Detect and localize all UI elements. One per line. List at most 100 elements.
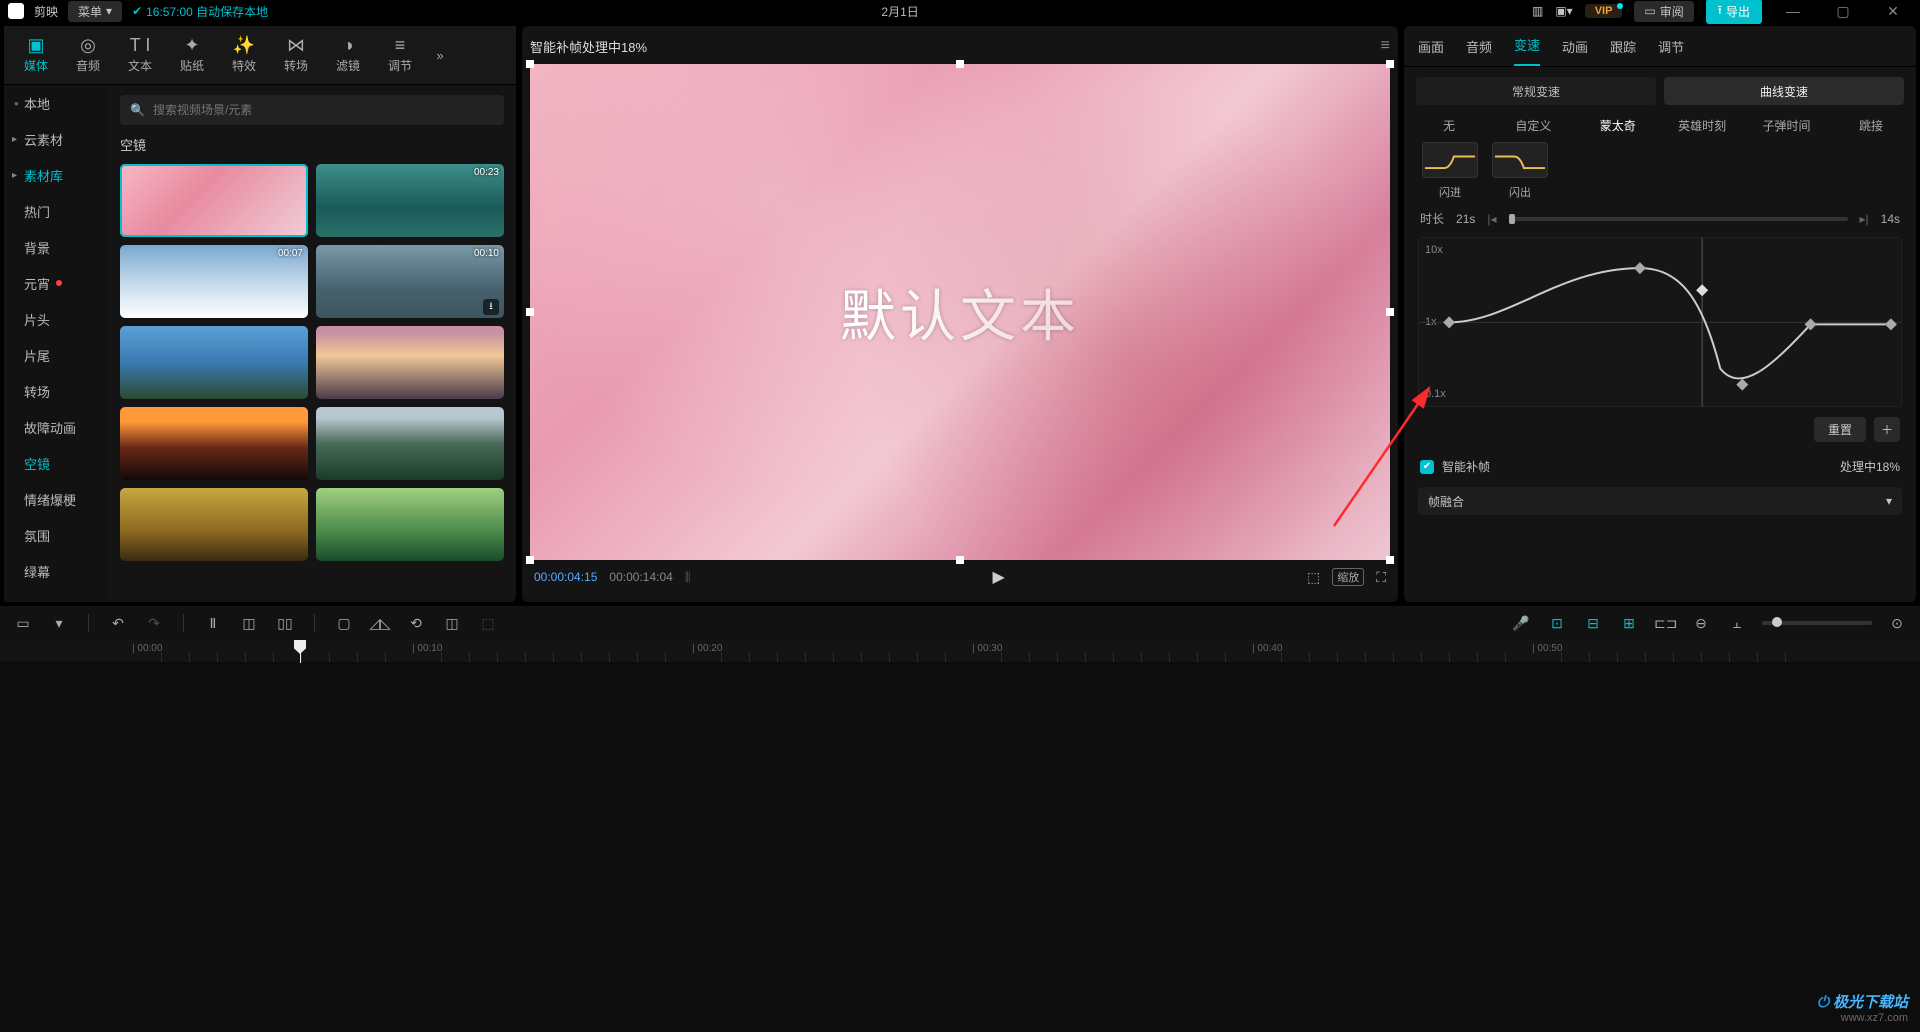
speed-subtab[interactable]: 曲线变速 <box>1664 77 1904 105</box>
asset-thumb[interactable]: 00:07 <box>120 245 308 318</box>
crop-icon[interactable]: ◫ <box>441 615 463 632</box>
delete-right-icon[interactable]: ▯▯ <box>274 615 296 632</box>
timeline[interactable]: | 00:00|||||||||| 00:10|||||||||| 00:20|… <box>0 640 1920 663</box>
review-button[interactable]: ▭审阅 <box>1634 1 1693 22</box>
link-icon[interactable]: ⊖ <box>1690 615 1712 632</box>
ribbon-tab-5[interactable]: ⋈转场 <box>270 36 322 74</box>
window-close[interactable]: ✕ <box>1874 3 1912 20</box>
playhead[interactable] <box>300 640 301 663</box>
category-item[interactable]: 背景 <box>4 229 108 265</box>
reset-button[interactable]: 重置 <box>1814 417 1866 442</box>
delete-left-icon[interactable]: ◫ <box>238 615 260 632</box>
asset-thumb[interactable] <box>120 488 308 561</box>
time-ruler[interactable]: | 00:00|||||||||| 00:10|||||||||| 00:20|… <box>0 640 1920 663</box>
fullscreen-icon[interactable]: ⛶ <box>1376 569 1386 586</box>
play-button[interactable]: ▶ <box>993 567 1005 587</box>
layout-icon[interactable]: ▥ <box>1532 4 1543 18</box>
preview-text[interactable]: 默认文本 <box>840 272 1080 353</box>
track-toggle-3[interactable]: ⊞ <box>1618 615 1640 632</box>
curve-editor[interactable]: 10x 1x 0.1x <box>1418 237 1902 407</box>
ribbon-more-icon[interactable]: » <box>426 48 454 63</box>
rotate-icon[interactable]: ⟲ <box>405 615 427 632</box>
safe-zone-icon[interactable]: ⬚ <box>1307 569 1320 586</box>
asset-thumb[interactable] <box>316 326 504 399</box>
ribbon-tab-4[interactable]: ✨特效 <box>218 36 270 74</box>
preview-cut-icon[interactable]: ⫠ <box>1726 615 1748 632</box>
ribbon-tab-1[interactable]: ◎音频 <box>62 36 114 74</box>
mic-icon[interactable]: 🎤 <box>1510 615 1532 632</box>
category-item[interactable]: 片尾 <box>4 337 108 373</box>
inspector-tab[interactable]: 动画 <box>1562 37 1588 66</box>
category-item[interactable]: 素材库 <box>4 157 108 193</box>
ribbon-tab-3[interactable]: ✦贴纸 <box>166 36 218 74</box>
curve-preset[interactable]: 跳接 <box>1838 117 1904 134</box>
ribbon-tab-6[interactable]: ◑滤镜 <box>322 36 374 74</box>
asset-thumb[interactable]: 00:10⭳ <box>316 245 504 318</box>
inspector-tab[interactable]: 跟踪 <box>1610 37 1636 66</box>
speed-subtab[interactable]: 常规变速 <box>1416 77 1656 105</box>
inspector-tab[interactable]: 变速 <box>1514 35 1540 66</box>
inspector-tab[interactable]: 调节 <box>1658 37 1684 66</box>
duration-slider[interactable] <box>1509 217 1848 221</box>
mirror-icon[interactable]: ◿◺ <box>369 615 391 632</box>
inspector-tab[interactable]: 画面 <box>1418 37 1444 66</box>
display-icon[interactable]: ▣▾ <box>1555 4 1572 18</box>
asset-thumb[interactable] <box>316 488 504 561</box>
category-item[interactable]: 元宵 <box>4 265 108 301</box>
search-input[interactable] <box>151 102 494 118</box>
cursor-mode-icon[interactable]: ▾ <box>48 615 70 632</box>
split-icon[interactable]: Ⅱ <box>202 615 224 632</box>
asset-thumb[interactable] <box>316 407 504 480</box>
redo-icon[interactable]: ↷ <box>143 615 165 632</box>
freeze-icon[interactable]: ▢ <box>333 615 355 632</box>
category-item[interactable]: 云素材 <box>4 121 108 157</box>
blend-dropdown[interactable]: 帧融合▾ <box>1418 487 1902 515</box>
zoom-slider[interactable] <box>1762 621 1872 625</box>
columns-icon[interactable]: ⫼ <box>685 570 691 585</box>
category-item[interactable]: 情绪爆梗 <box>4 481 108 517</box>
window-maximize[interactable]: ▢ <box>1824 3 1862 20</box>
category-item[interactable]: 热门 <box>4 193 108 229</box>
preview-menu-icon[interactable]: ≡ <box>1381 37 1390 55</box>
category-item[interactable]: 本地 <box>4 85 108 121</box>
mini-curve-2[interactable] <box>1492 142 1548 178</box>
category-item[interactable]: 空镜 <box>4 445 108 481</box>
category-item[interactable]: 绿幕 <box>4 553 108 589</box>
track-toggle-1[interactable]: ⊡ <box>1546 615 1568 632</box>
category-item[interactable]: 氛围 <box>4 517 108 553</box>
smart-icon[interactable]: ⬚ <box>477 615 499 632</box>
ribbon-tab-7[interactable]: ≡调节 <box>374 36 426 74</box>
ribbon-tab-0[interactable]: ▣媒体 <box>10 36 62 74</box>
curve-preset[interactable]: 子弹时间 <box>1754 117 1820 134</box>
magnet-icon[interactable]: ⊏⊐ <box>1654 615 1676 632</box>
main-menu-button[interactable]: 菜单▾ <box>68 1 122 22</box>
preview-canvas[interactable]: 默认文本 <box>530 64 1390 560</box>
app-logo <box>8 3 24 19</box>
curve-preset[interactable]: 蒙太奇 <box>1585 117 1651 134</box>
asset-thumb[interactable] <box>120 164 308 237</box>
category-item[interactable]: 转场 <box>4 373 108 409</box>
curve-preset[interactable]: 无 <box>1416 117 1482 134</box>
category-item[interactable]: 片头 <box>4 301 108 337</box>
select-tool-icon[interactable]: ▭ <box>12 615 34 632</box>
undo-icon[interactable]: ↶ <box>107 615 129 632</box>
asset-thumb[interactable]: 00:23 <box>316 164 504 237</box>
mini-curve-1[interactable] <box>1422 142 1478 178</box>
vip-badge[interactable]: VIP <box>1585 4 1623 18</box>
window-minimize[interactable]: — <box>1774 3 1812 19</box>
track-toggle-2[interactable]: ⊟ <box>1582 615 1604 632</box>
fit-icon[interactable]: ⊙ <box>1886 615 1908 632</box>
export-button[interactable]: ⭱导出 <box>1706 0 1762 24</box>
search-box[interactable]: 🔍 <box>120 95 504 125</box>
add-point-button[interactable]: ＋ <box>1874 417 1900 442</box>
ribbon-tab-2[interactable]: T I文本 <box>114 36 166 74</box>
asset-thumb[interactable] <box>120 326 308 399</box>
ratio-button[interactable]: 缩放 <box>1332 568 1364 586</box>
curve-preset[interactable]: 英雄时刻 <box>1669 117 1735 134</box>
asset-thumb[interactable] <box>120 407 308 480</box>
inspector-tab[interactable]: 音频 <box>1466 37 1492 66</box>
curve-preset[interactable]: 自定义 <box>1500 117 1566 134</box>
category-item[interactable]: 故障动画 <box>4 409 108 445</box>
download-icon[interactable]: ⭳ <box>483 299 499 315</box>
smart-interpolation-checkbox[interactable]: ✔ <box>1420 460 1434 474</box>
